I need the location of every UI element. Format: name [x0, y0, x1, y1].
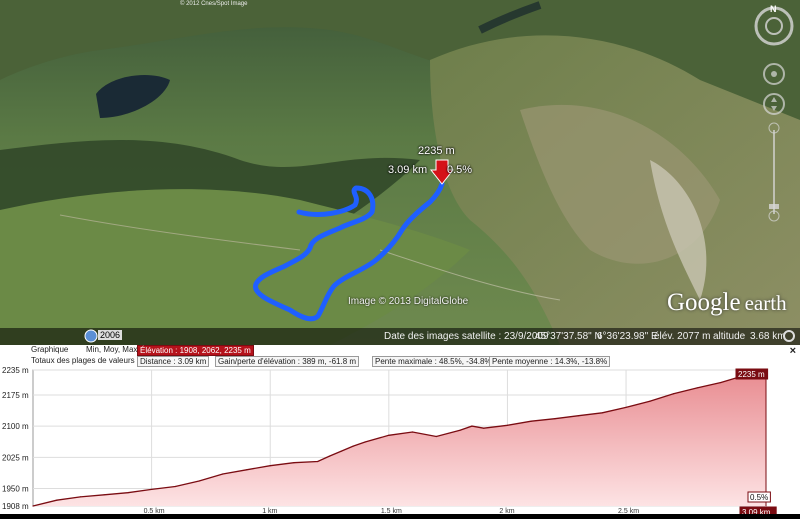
elevation-point	[578, 415, 580, 417]
x-tick-label: 2 km	[499, 508, 514, 514]
logo-earth: earth	[744, 291, 787, 315]
elevation-point	[720, 381, 722, 384]
y-tick-label: 1950 m	[2, 485, 29, 494]
elevation-point	[340, 450, 342, 452]
end-distance-flag: 3.09 km	[742, 508, 771, 514]
elevation-point	[554, 418, 556, 420]
altitude-value: 3.68 km	[750, 331, 786, 342]
elevation-point	[32, 505, 34, 507]
y-tick-label: 1908 m	[2, 502, 29, 511]
elevation-point	[364, 441, 366, 443]
y-tick-label: 2025 m	[2, 453, 29, 462]
x-tick-label: 0.5 km	[144, 508, 165, 514]
marker-slope: 0.5%	[447, 164, 473, 176]
end-slope-flag: 0.5%	[750, 493, 768, 502]
profile-header: Graphique Min, Moy, Max Élévation : 1908…	[0, 345, 800, 357]
elevation-point	[459, 429, 461, 431]
elevation-point	[649, 400, 651, 402]
elevation-point	[245, 469, 248, 471]
elevation-point	[56, 499, 58, 501]
y-tick-label: 2100 m	[2, 422, 29, 431]
elevation-profile-panel: Graphique Min, Moy, Max Élévation : 1908…	[0, 345, 800, 518]
elevation-cell[interactable]: Élévation : 1908, 2062, 2235 m	[137, 345, 254, 356]
year-badge[interactable]: 2006	[98, 330, 123, 340]
marker-distance: 3.09 km	[388, 164, 428, 176]
y-tick-label: 2235 m	[2, 366, 29, 375]
elevation-point	[328, 455, 331, 457]
elevation-point	[625, 406, 627, 408]
elevation-point	[127, 492, 129, 494]
status-bar: 2006 Date des images satellite : 23/9/20…	[0, 328, 800, 345]
x-tick-label: 2.5 km	[618, 508, 639, 514]
elevation-point	[411, 431, 414, 433]
elevation-point	[696, 387, 698, 389]
elevation-point	[198, 480, 200, 482]
compass-control[interactable]: N	[752, 4, 796, 48]
elevation-point	[317, 460, 319, 463]
elevation-point	[269, 465, 271, 467]
earth-view[interactable]: © 2012 Cnes/Spot Image Image © 2013 Digi…	[0, 0, 800, 345]
altitude-label: altitude	[713, 331, 746, 342]
elevation-point	[471, 425, 473, 427]
imagery-date: Date des images satellite : 23/9/2009	[384, 331, 549, 342]
elevation-point	[388, 434, 390, 436]
move-control[interactable]	[762, 92, 786, 116]
elevation-point	[222, 473, 224, 475]
logo-google: Google	[667, 289, 741, 316]
elevation-point	[672, 393, 675, 395]
zoom-slider[interactable]	[768, 122, 780, 222]
elevation-point	[103, 494, 105, 496]
elevation-point	[601, 412, 603, 414]
elevation-chart-svg: 2235 m 2175 m 2100 m 2025 m 1950 m 1908 m 0.5 …	[2, 366, 777, 518]
elevation-point	[151, 488, 153, 490]
google-earth-logo: Google earth	[667, 289, 787, 317]
elevation-point	[79, 496, 81, 498]
x-tick-label: 1.5 km	[381, 508, 402, 514]
latitude: 45°37'37.58" N	[535, 331, 602, 342]
totals-label: Totaux des plages de valeurs	[31, 356, 135, 365]
elevation-chart[interactable]: 2235 m 2175 m 2100 m 2025 m 1950 m 1908 m 0.5 …	[0, 366, 800, 518]
elevation-point	[530, 420, 532, 422]
elevation-point	[483, 427, 485, 429]
elevation-readout: élév. 2077 m	[654, 331, 711, 342]
elevation-point	[352, 445, 354, 447]
look-control[interactable]	[762, 62, 786, 86]
graph-label: Graphique	[31, 345, 69, 354]
end-elevation-flag: 2235 m	[738, 370, 765, 379]
y-tick-label: 2175 m	[2, 391, 29, 400]
north-indicator: N	[770, 4, 777, 14]
elevation-point	[174, 485, 176, 488]
marker-elevation: 2235 m	[418, 145, 455, 157]
longitude: 6°36'23.98" E	[597, 331, 658, 342]
elevation-point	[293, 462, 295, 464]
elevation-point	[435, 435, 437, 438]
imagery-credit: Image © 2013 DigitalGlobe	[348, 296, 469, 307]
x-tick-label: 1 km	[262, 508, 277, 514]
elevation-point	[506, 424, 508, 426]
min-avg-max-label: Min, Moy, Max	[86, 345, 138, 354]
top-credit: © 2012 Cnes/Spot Image	[180, 1, 248, 7]
